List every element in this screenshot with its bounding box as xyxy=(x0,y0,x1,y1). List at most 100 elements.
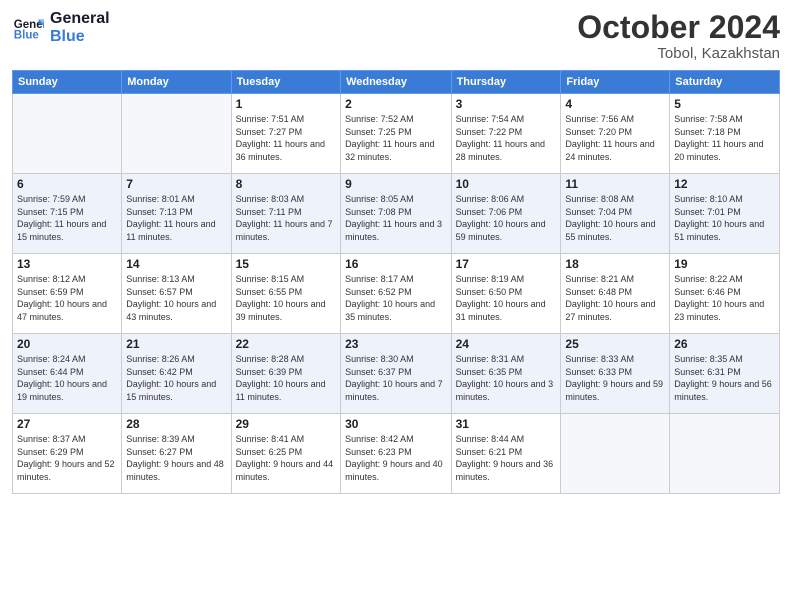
day-number: 11 xyxy=(565,177,665,191)
col-saturday: Saturday xyxy=(670,71,780,94)
day-number: 26 xyxy=(674,337,775,351)
day-info: Sunrise: 7:56 AM Sunset: 7:20 PM Dayligh… xyxy=(565,113,665,163)
day-number: 6 xyxy=(17,177,117,191)
logo-blue: Blue xyxy=(50,28,110,46)
table-row: 8 Sunrise: 8:03 AM Sunset: 7:11 PM Daylig… xyxy=(231,174,340,254)
table-row: 7 Sunrise: 8:01 AM Sunset: 7:13 PM Daylig… xyxy=(122,174,231,254)
day-info: Sunrise: 8:42 AM Sunset: 6:23 PM Dayligh… xyxy=(345,433,447,483)
day-info: Sunrise: 8:31 AM Sunset: 6:35 PM Dayligh… xyxy=(456,353,557,403)
table-row xyxy=(13,94,122,174)
day-number: 2 xyxy=(345,97,447,111)
day-info: Sunrise: 7:51 AM Sunset: 7:27 PM Dayligh… xyxy=(236,113,336,163)
day-number: 20 xyxy=(17,337,117,351)
day-number: 7 xyxy=(126,177,226,191)
day-info: Sunrise: 8:08 AM Sunset: 7:04 PM Dayligh… xyxy=(565,193,665,243)
day-number: 28 xyxy=(126,417,226,431)
day-info: Sunrise: 8:17 AM Sunset: 6:52 PM Dayligh… xyxy=(345,273,447,323)
calendar-header-row: Sunday Monday Tuesday Wednesday Thursday… xyxy=(13,71,780,94)
day-info: Sunrise: 7:54 AM Sunset: 7:22 PM Dayligh… xyxy=(456,113,557,163)
day-number: 10 xyxy=(456,177,557,191)
header: General Blue General Blue October 2024 T… xyxy=(12,10,780,62)
day-number: 4 xyxy=(565,97,665,111)
day-number: 29 xyxy=(236,417,336,431)
table-row: 22 Sunrise: 8:28 AM Sunset: 6:39 PM Dayli… xyxy=(231,334,340,414)
calendar-week-row: 20 Sunrise: 8:24 AM Sunset: 6:44 PM Dayli… xyxy=(13,334,780,414)
day-number: 22 xyxy=(236,337,336,351)
day-number: 1 xyxy=(236,97,336,111)
day-info: Sunrise: 8:12 AM Sunset: 6:59 PM Dayligh… xyxy=(17,273,117,323)
day-info: Sunrise: 7:58 AM Sunset: 7:18 PM Dayligh… xyxy=(674,113,775,163)
day-info: Sunrise: 8:13 AM Sunset: 6:57 PM Dayligh… xyxy=(126,273,226,323)
logo-icon: General Blue xyxy=(12,12,44,44)
table-row: 30 Sunrise: 8:42 AM Sunset: 6:23 PM Dayli… xyxy=(341,414,452,494)
table-row: 5 Sunrise: 7:58 AM Sunset: 7:18 PM Daylig… xyxy=(670,94,780,174)
table-row: 28 Sunrise: 8:39 AM Sunset: 6:27 PM Dayli… xyxy=(122,414,231,494)
col-sunday: Sunday xyxy=(13,71,122,94)
svg-text:Blue: Blue xyxy=(14,29,40,41)
calendar-week-row: 13 Sunrise: 8:12 AM Sunset: 6:59 PM Dayli… xyxy=(13,254,780,334)
table-row: 12 Sunrise: 8:10 AM Sunset: 7:01 PM Dayli… xyxy=(670,174,780,254)
day-info: Sunrise: 8:39 AM Sunset: 6:27 PM Dayligh… xyxy=(126,433,226,483)
day-number: 19 xyxy=(674,257,775,271)
table-row: 9 Sunrise: 8:05 AM Sunset: 7:08 PM Daylig… xyxy=(341,174,452,254)
table-row: 24 Sunrise: 8:31 AM Sunset: 6:35 PM Dayli… xyxy=(451,334,561,414)
day-info: Sunrise: 7:52 AM Sunset: 7:25 PM Dayligh… xyxy=(345,113,447,163)
day-info: Sunrise: 8:01 AM Sunset: 7:13 PM Dayligh… xyxy=(126,193,226,243)
table-row: 18Sunrise: 8:21 AM Sunset: 6:48 PM Dayli… xyxy=(561,254,670,334)
day-number: 30 xyxy=(345,417,447,431)
table-row: 21Sunrise: 8:26 AM Sunset: 6:42 PM Dayli… xyxy=(122,334,231,414)
day-number: 24 xyxy=(456,337,557,351)
day-info: Sunrise: 8:10 AM Sunset: 7:01 PM Dayligh… xyxy=(674,193,775,243)
day-number: 25 xyxy=(565,337,665,351)
table-row xyxy=(122,94,231,174)
day-number: 9 xyxy=(345,177,447,191)
day-number: 5 xyxy=(674,97,775,111)
calendar-week-row: 1 Sunrise: 7:51 AM Sunset: 7:27 PM Daylig… xyxy=(13,94,780,174)
title-area: October 2024 Tobol, Kazakhstan xyxy=(577,10,780,62)
day-number: 23 xyxy=(345,337,447,351)
day-info: Sunrise: 8:30 AM Sunset: 6:37 PM Dayligh… xyxy=(345,353,447,403)
day-info: Sunrise: 8:15 AM Sunset: 6:55 PM Dayligh… xyxy=(236,273,336,323)
day-info: Sunrise: 8:28 AM Sunset: 6:39 PM Dayligh… xyxy=(236,353,336,403)
day-number: 15 xyxy=(236,257,336,271)
col-tuesday: Tuesday xyxy=(231,71,340,94)
logo-general: General xyxy=(50,10,110,28)
page: General Blue General Blue October 2024 T… xyxy=(0,0,792,612)
table-row: 23 Sunrise: 8:30 AM Sunset: 6:37 PM Dayli… xyxy=(341,334,452,414)
col-wednesday: Wednesday xyxy=(341,71,452,94)
table-row: 6 Sunrise: 7:59 AM Sunset: 7:15 PM Daylig… xyxy=(13,174,122,254)
col-thursday: Thursday xyxy=(451,71,561,94)
table-row: 13 Sunrise: 8:12 AM Sunset: 6:59 PM Dayli… xyxy=(13,254,122,334)
day-number: 13 xyxy=(17,257,117,271)
day-info: Sunrise: 8:41 AM Sunset: 6:25 PM Dayligh… xyxy=(236,433,336,483)
table-row: 10Sunrise: 8:06 AM Sunset: 7:06 PM Dayli… xyxy=(451,174,561,254)
location: Tobol, Kazakhstan xyxy=(577,45,780,62)
table-row: 3 Sunrise: 7:54 AM Sunset: 7:22 PM Daylig… xyxy=(451,94,561,174)
day-info: Sunrise: 8:37 AM Sunset: 6:29 PM Dayligh… xyxy=(17,433,117,483)
table-row: 19Sunrise: 8:22 AM Sunset: 6:46 PM Dayli… xyxy=(670,254,780,334)
day-number: 14 xyxy=(126,257,226,271)
day-info: Sunrise: 7:59 AM Sunset: 7:15 PM Dayligh… xyxy=(17,193,117,243)
calendar-week-row: 27Sunrise: 8:37 AM Sunset: 6:29 PM Dayli… xyxy=(13,414,780,494)
day-number: 17 xyxy=(456,257,557,271)
calendar-week-row: 6 Sunrise: 7:59 AM Sunset: 7:15 PM Daylig… xyxy=(13,174,780,254)
col-friday: Friday xyxy=(561,71,670,94)
logo: General Blue General Blue xyxy=(12,10,110,45)
table-row: 1 Sunrise: 7:51 AM Sunset: 7:27 PM Daylig… xyxy=(231,94,340,174)
table-row: 2 Sunrise: 7:52 AM Sunset: 7:25 PM Daylig… xyxy=(341,94,452,174)
day-info: Sunrise: 8:21 AM Sunset: 6:48 PM Dayligh… xyxy=(565,273,665,323)
day-number: 12 xyxy=(674,177,775,191)
month-title: October 2024 xyxy=(577,10,780,45)
day-number: 16 xyxy=(345,257,447,271)
day-info: Sunrise: 8:03 AM Sunset: 7:11 PM Dayligh… xyxy=(236,193,336,243)
day-info: Sunrise: 8:24 AM Sunset: 6:44 PM Dayligh… xyxy=(17,353,117,403)
day-number: 3 xyxy=(456,97,557,111)
day-number: 8 xyxy=(236,177,336,191)
table-row: 14 Sunrise: 8:13 AM Sunset: 6:57 PM Dayli… xyxy=(122,254,231,334)
table-row: 27Sunrise: 8:37 AM Sunset: 6:29 PM Dayli… xyxy=(13,414,122,494)
table-row: 4 Sunrise: 7:56 AM Sunset: 7:20 PM Daylig… xyxy=(561,94,670,174)
day-number: 31 xyxy=(456,417,557,431)
day-number: 21 xyxy=(126,337,226,351)
calendar-table: Sunday Monday Tuesday Wednesday Thursday… xyxy=(12,70,780,494)
day-info: Sunrise: 8:05 AM Sunset: 7:08 PM Dayligh… xyxy=(345,193,447,243)
